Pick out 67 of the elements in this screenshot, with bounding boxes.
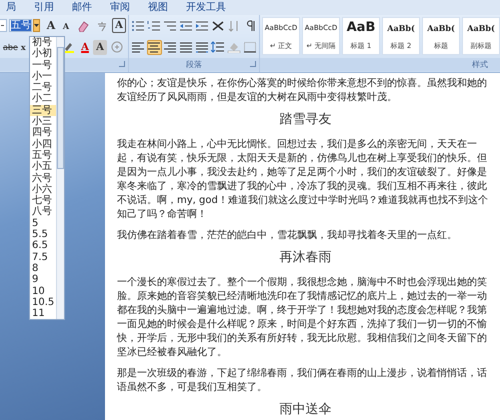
ribbon-tab[interactable]: 局 (4, 1, 18, 14)
ribbon-tab[interactable]: 开发工具 (184, 1, 228, 14)
font-name-field[interactable] (0, 19, 7, 32)
character-border-button[interactable]: A (112, 18, 126, 34)
border-icon[interactable] (242, 41, 257, 54)
list-item[interactable]: 9 (30, 274, 56, 286)
list-item[interactable]: 小三 (30, 116, 56, 128)
list-item[interactable]: 五号 (30, 150, 56, 162)
align-left-icon[interactable] (131, 41, 146, 54)
font-size-field[interactable]: 五号 (9, 19, 32, 32)
list-item[interactable]: 10.5 (30, 296, 56, 308)
list-item[interactable]: 三号 (30, 104, 56, 116)
multilevel-list-icon[interactable] (163, 20, 178, 32)
distribute-icon[interactable] (194, 41, 209, 54)
group-label: 段落 (186, 60, 202, 70)
list-item[interactable]: 小二 (30, 93, 56, 105)
strikethrough-button[interactable]: abe (2, 40, 19, 55)
group-label: 样式 (472, 60, 488, 70)
cross-icon[interactable] (210, 20, 225, 32)
list-item[interactable]: 一号 (30, 60, 56, 71)
decrease-indent-icon[interactable] (179, 20, 194, 32)
list-item[interactable]: 小初 (30, 48, 56, 60)
eraser-icon[interactable] (76, 20, 90, 32)
heading: 踏雪寻友 (278, 112, 332, 128)
subscript-button[interactable]: x (20, 40, 27, 55)
heading: 再沐春雨 (278, 250, 332, 266)
align-right-icon[interactable] (163, 41, 178, 54)
ribbon-tab[interactable]: 视图 (146, 1, 170, 14)
list-item[interactable]: 四号 (30, 127, 56, 139)
numbered-list-icon[interactable] (147, 20, 162, 32)
list-item[interactable]: 初号 (30, 37, 56, 48)
ribbon-tab[interactable]: 审阅 (108, 1, 132, 14)
caret-icon (34, 24, 39, 28)
list-item[interactable]: 小六 (30, 184, 56, 196)
list-item[interactable]: 七号 (30, 195, 56, 206)
heading: 雨中送伞 (278, 402, 332, 418)
paragraph: 我仿佛在踏着春雪，茫茫的皑白中，雪花飘飘，我却寻找着冬天里的一点红。 (117, 229, 458, 243)
list-item[interactable]: 10 (30, 286, 56, 297)
list-item[interactable]: 5.5 (30, 229, 56, 240)
ribbon-tab[interactable]: 邮件 (70, 1, 94, 14)
line-spacing-icon[interactable] (210, 41, 225, 54)
paragraph: 那是一次班级的春游，下起了绵绵春雨，我们俩在春雨的山上漫步，说着悄悄话，话语虽然不多，可是我们互相笑了。 (117, 367, 488, 395)
list-item[interactable]: 小一 (30, 70, 56, 82)
list-item[interactable]: 6.5 (30, 240, 56, 252)
list-item[interactable]: 八号 (30, 206, 56, 218)
shrink-font-button[interactable]: A (59, 18, 73, 34)
list-item[interactable]: 小五 (30, 161, 56, 173)
character-shading-button[interactable]: A (93, 40, 107, 55)
list-item[interactable]: 8 (30, 262, 56, 274)
list-item[interactable]: 二号 (30, 82, 56, 94)
font-color-button[interactable]: A (78, 40, 92, 55)
list-item[interactable]: 小四 (30, 138, 56, 150)
paragraph: 我走在林间小路上，心中无比惆怅。回想过去，我们是多么的亲密无间，天天在一起，有说有笑，快乐无限，太阳天天是新的，仿佛鸟儿也在树上享受我们的快乐。但是因为一点儿小事，我没去赴约，她等了足足两个小时，我们的友谊破裂了。好像是寒冬来临了，寒冷的雪飘进了我的心中，冷冻了我的灵魂。我们互相不再来往，彼此不说话。啊，my, god！难道我们就这么度过中学时光吗？难道我就再也找不到这个知己了吗？命苦啊！ (117, 138, 489, 222)
list-item[interactable]: 六号 (30, 172, 56, 184)
bullet-list-icon[interactable] (131, 20, 146, 32)
paragraph: 你的心；友谊是快乐，在你伤心落寞的时候给你带来意想不到的惊喜。虽然我和她的友谊经历了风风雨雨，但是友谊的大树在风雨中变得枝繁叶茂。 (117, 77, 488, 105)
justify-icon[interactable] (179, 41, 194, 54)
phonetic-guide-icon[interactable] (95, 20, 109, 32)
dropdown-button[interactable] (33, 19, 40, 32)
grow-font-button[interactable]: A (44, 18, 58, 34)
scrollbar[interactable] (56, 37, 64, 320)
list-item[interactable]: 7.5 (30, 252, 56, 263)
paragraph: 一个漫长的寒假过去了。整个一个假期，我很想念她，脑海中不时也会浮现出她的笑脸。原来她的音容笑貌已经清晰地洗印在了我情感记忆的底片上，她过去的一举一动都在我的头脑中一遍遍地过滤。啊，终于开学了！我想她对我的态度会怎样呢？我第一面见她的时候会是什么样呢？原来，时间是个好东西，洗掉了我们一切一切的不愉快，开学后，无形中我们的关系有所好转，我无比欣慰。我相信我们之间冬天留下的坚冰已经被春风融化了。 (117, 276, 488, 360)
ribbon-tab[interactable]: 引用 (32, 1, 56, 14)
list-item[interactable]: 11 (30, 308, 56, 320)
increase-indent-icon[interactable] (194, 20, 209, 32)
list-item[interactable]: 5 (30, 218, 56, 230)
